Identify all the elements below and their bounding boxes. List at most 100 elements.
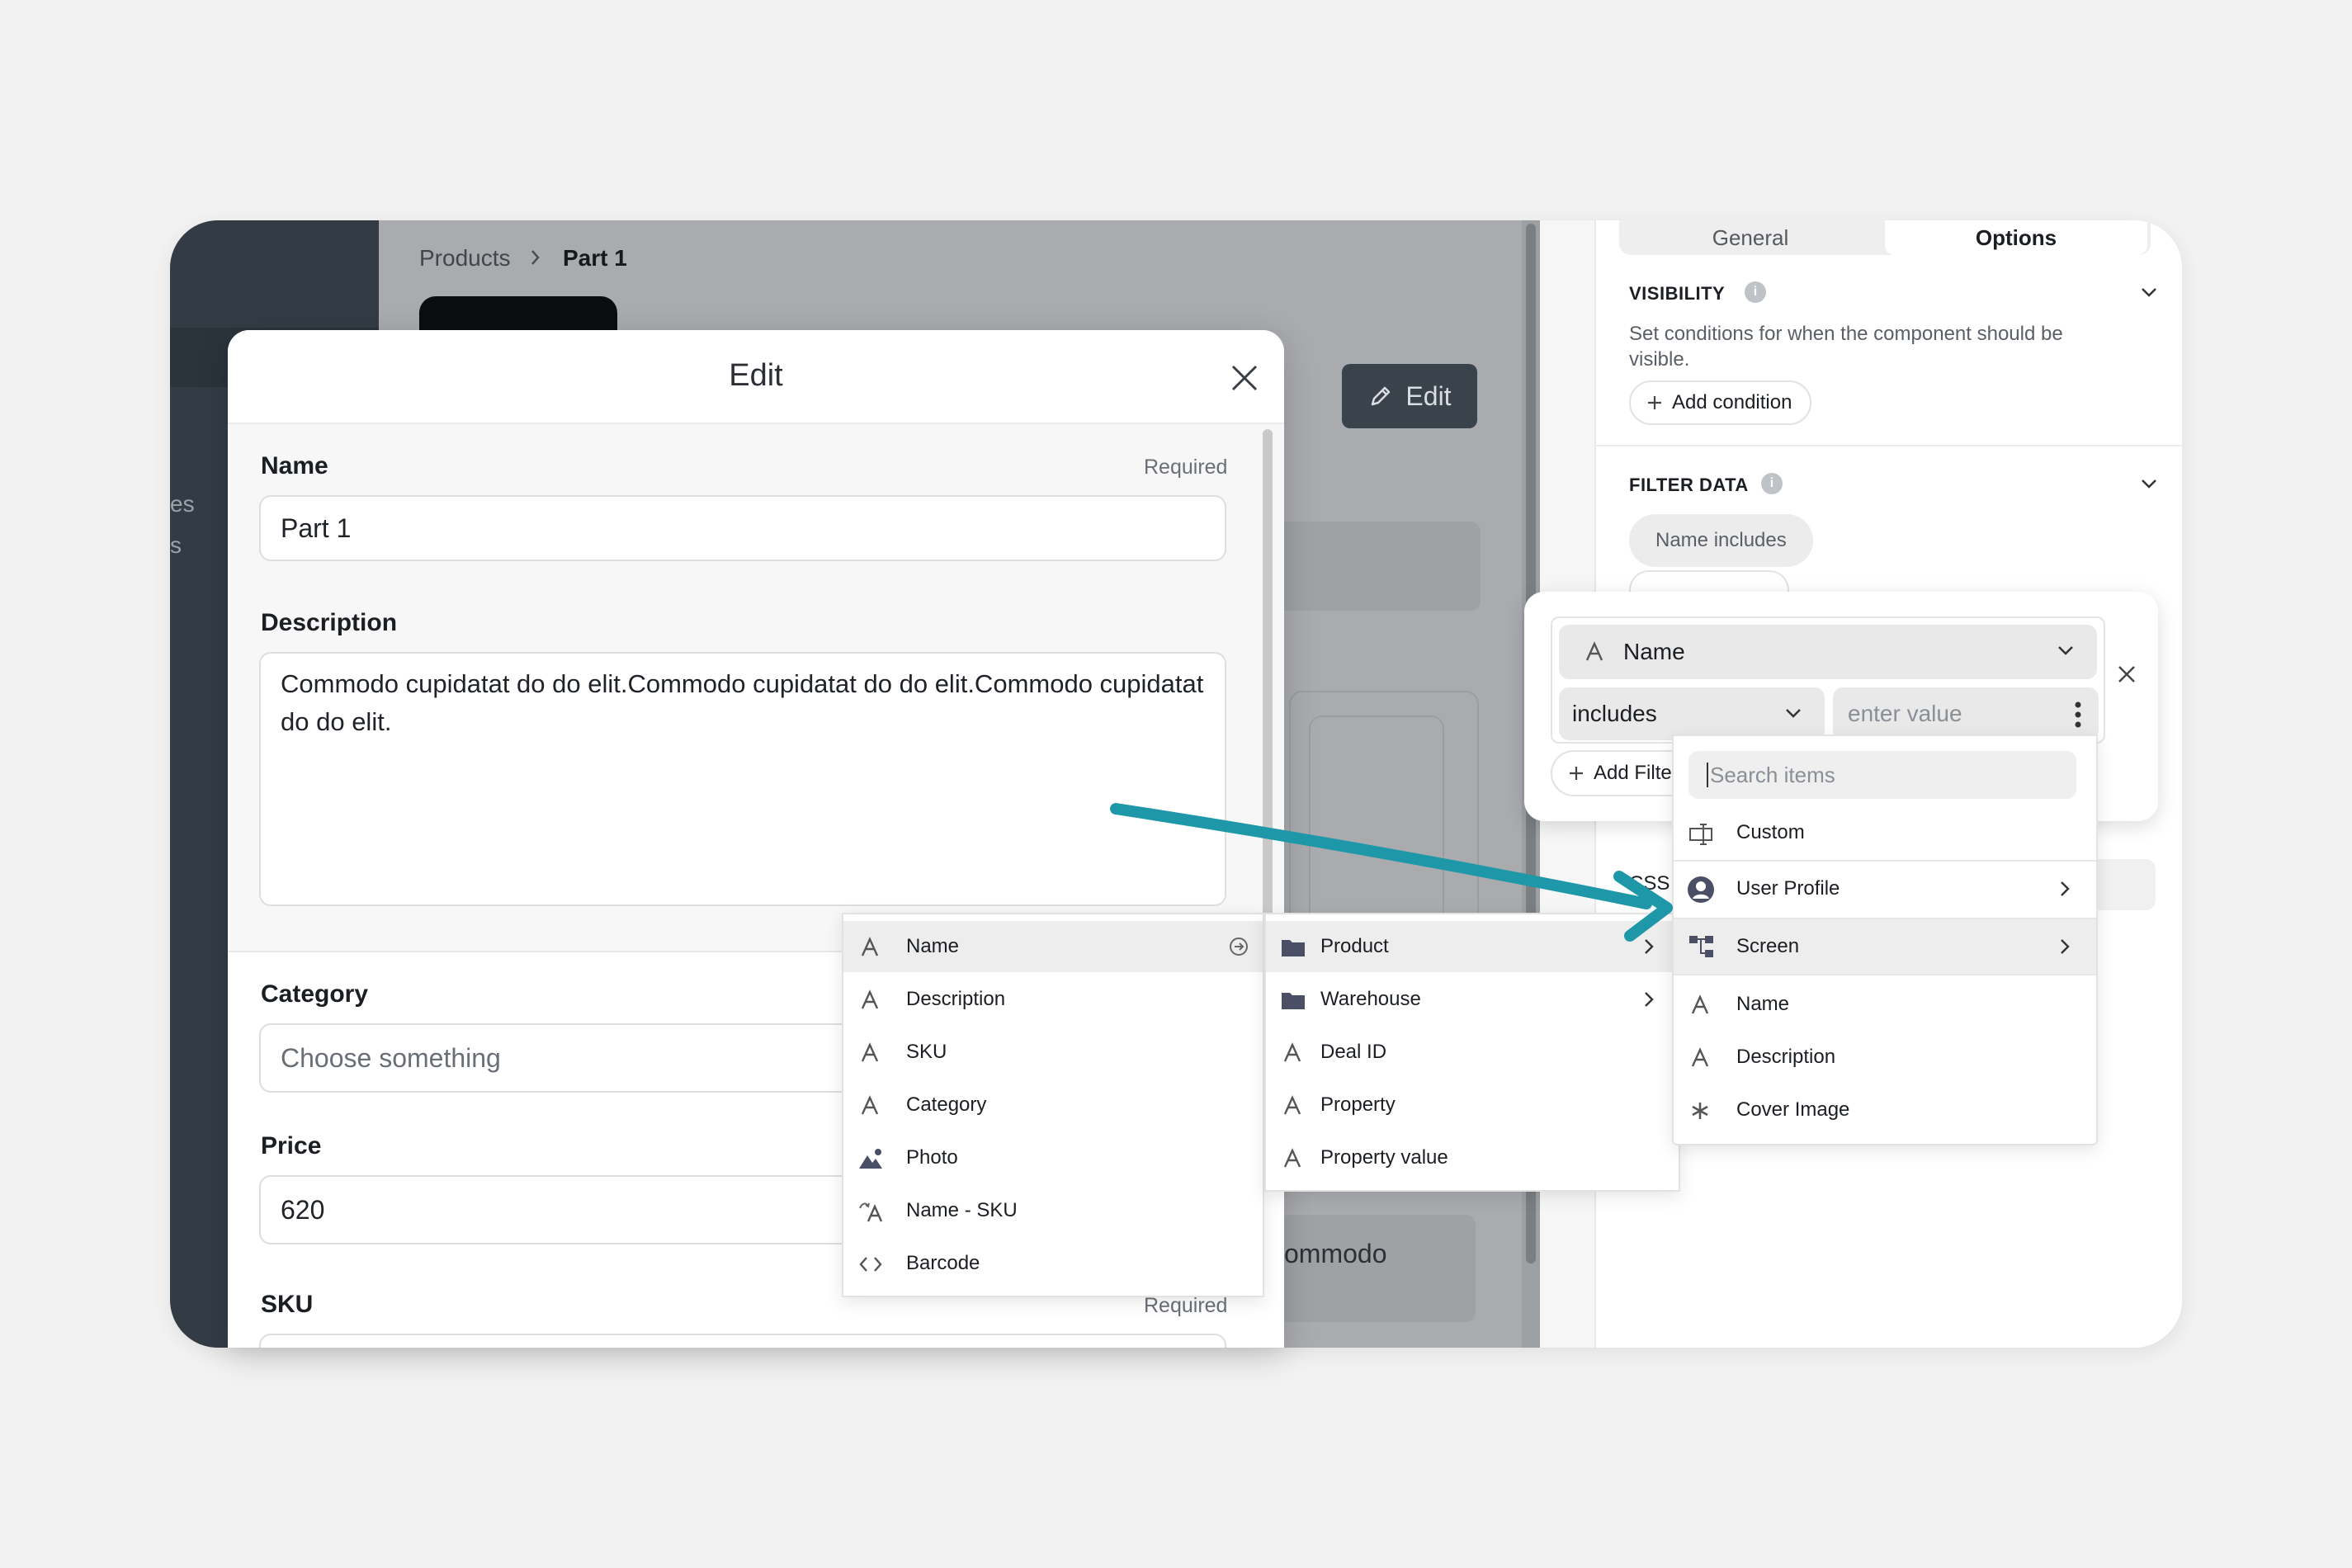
menu-item-label: Category	[906, 1093, 987, 1116]
modal-title: Edit	[729, 358, 783, 393]
menu-item-name[interactable]: Name	[843, 921, 1263, 972]
text-icon	[858, 1041, 881, 1065]
chevron-right-icon	[1642, 989, 1655, 1009]
description-label: Description	[261, 609, 398, 636]
source-menu: Search items Custom User Profile Screen …	[1672, 734, 2098, 1145]
menu-item-sku[interactable]: SKU	[843, 1027, 1263, 1078]
info-icon[interactable]: i	[1761, 473, 1783, 494]
plus-icon	[1567, 764, 1585, 782]
text-icon	[858, 989, 881, 1012]
relation-menu: Product Warehouse Deal ID Property Prope…	[1264, 913, 1680, 1192]
menu-item-screen[interactable]: Screen	[1674, 919, 2096, 974]
menu-item-label: Product	[1320, 935, 1389, 957]
menu-item-label: SKU	[906, 1041, 947, 1063]
info-icon[interactable]: i	[1745, 281, 1766, 303]
menu-item-label: Deal ID	[1320, 1041, 1387, 1063]
field-select-value: Name	[1623, 639, 1685, 664]
menu-item-category[interactable]: Category	[843, 1079, 1263, 1131]
menu-item-name[interactable]: Name	[1674, 979, 2096, 1030]
menu-item-user-profile[interactable]: User Profile	[1674, 863, 2096, 914]
menu-item-label: Property	[1320, 1093, 1396, 1116]
sidebar-item-fragment[interactable]: es	[170, 491, 195, 517]
menu-item-label: Property value	[1320, 1146, 1448, 1169]
menu-item-barcode[interactable]: Barcode	[843, 1238, 1263, 1289]
visibility-title: VISIBILITY	[1629, 283, 1726, 304]
menu-item-label: Cover Image	[1736, 1098, 1850, 1121]
menu-item-label: User Profile	[1736, 877, 1840, 900]
menu-item-description[interactable]: Description	[1674, 1032, 2096, 1083]
text-icon	[1584, 641, 1605, 663]
chevron-down-icon	[1783, 706, 1803, 720]
menu-item-label: Description	[906, 988, 1006, 1010]
chevron-right-icon	[530, 248, 541, 267]
edit-button[interactable]: Edit	[1342, 364, 1477, 428]
edit-button-label: Edit	[1405, 380, 1452, 411]
text-icon	[858, 1094, 881, 1117]
menu-item-label: Name	[1736, 993, 1790, 1015]
operator-select-value: includes	[1572, 701, 1657, 726]
text-icon	[1688, 994, 1712, 1017]
menu-item-warehouse[interactable]: Warehouse	[1266, 974, 1679, 1025]
text-cursor	[1707, 763, 1708, 787]
value-input[interactable]: enter value	[1833, 687, 2099, 740]
name-label: Name	[261, 452, 328, 479]
description-textarea[interactable]: Commodo cupidatat do do elit.Commodo cup…	[259, 652, 1226, 906]
menu-item-label: Description	[1736, 1046, 1836, 1068]
tab-options[interactable]: Options	[1885, 220, 2147, 255]
menu-item-label: Screen	[1736, 935, 1800, 957]
menu-item-photo[interactable]: Photo	[843, 1132, 1263, 1183]
name-input[interactable]: Part 1	[259, 495, 1226, 561]
add-condition-button[interactable]: Add condition	[1629, 380, 1812, 425]
asterisk-icon	[1688, 1099, 1712, 1122]
menu-item-label: Warehouse	[1320, 988, 1421, 1010]
menu-item-cover-image[interactable]: Cover Image	[1674, 1084, 2096, 1136]
menu-item-property-value[interactable]: Property value	[1266, 1132, 1679, 1183]
sidebar-item-fragment[interactable]: s	[170, 532, 182, 559]
chevron-down-icon[interactable]	[2139, 476, 2159, 491]
operator-select[interactable]: includes	[1559, 687, 1825, 740]
plus-icon	[1646, 394, 1664, 412]
search-placeholder: Search items	[1710, 762, 1835, 787]
category-label: Category	[261, 980, 369, 1008]
more-vertical-icon[interactable]	[2074, 701, 2082, 729]
field-select[interactable]: Name	[1559, 625, 2097, 679]
folder-icon	[1281, 989, 1305, 1012]
folder-icon	[1281, 936, 1305, 959]
menu-item-label: Barcode	[906, 1252, 980, 1274]
close-icon[interactable]	[1226, 360, 1263, 396]
pencil-icon	[1367, 383, 1394, 409]
tab-general[interactable]: General	[1619, 220, 1882, 255]
menu-item-product[interactable]: Product	[1266, 921, 1679, 972]
sku-label: SKU	[261, 1291, 314, 1318]
sku-input[interactable]	[259, 1334, 1226, 1348]
chevron-right-icon	[1642, 937, 1655, 956]
visibility-description: Set conditions for when the component sh…	[1629, 323, 2063, 371]
breadcrumb-current: Part 1	[563, 245, 627, 271]
divider	[1674, 974, 2096, 975]
breadcrumb-item[interactable]: Products	[419, 245, 511, 272]
menu-item-custom[interactable]: Custom	[1674, 807, 2096, 858]
image-icon	[858, 1147, 882, 1170]
background-panel-inner	[1309, 716, 1444, 933]
menu-item-description[interactable]: Description	[843, 974, 1263, 1025]
text-icon	[858, 936, 881, 959]
price-label: Price	[261, 1132, 322, 1159]
filter-data-title: FILTER DATA	[1629, 475, 1749, 495]
menu-item-deal-id[interactable]: Deal ID	[1266, 1027, 1679, 1078]
custom-field-icon	[1688, 822, 1712, 845]
required-label: Required	[1144, 456, 1228, 479]
search-input[interactable]: Search items	[1688, 751, 2076, 799]
text-icon	[1281, 1041, 1304, 1065]
menu-item-label: Name - SKU	[906, 1199, 1018, 1221]
menu-item-name-sku[interactable]: Name - SKU	[843, 1185, 1263, 1236]
pin-icon[interactable]	[1228, 936, 1249, 957]
divider	[1594, 445, 2182, 446]
close-icon[interactable]	[2115, 663, 2138, 686]
menu-item-label: Photo	[906, 1146, 958, 1169]
add-filter-label: Add Filter	[1594, 762, 1679, 784]
chevron-down-icon[interactable]	[2139, 285, 2159, 300]
css-label: CSS	[1629, 872, 1670, 895]
menu-item-property[interactable]: Property	[1266, 1079, 1679, 1131]
filter-chip[interactable]: Name includes	[1629, 514, 1813, 567]
required-label: Required	[1144, 1294, 1228, 1317]
